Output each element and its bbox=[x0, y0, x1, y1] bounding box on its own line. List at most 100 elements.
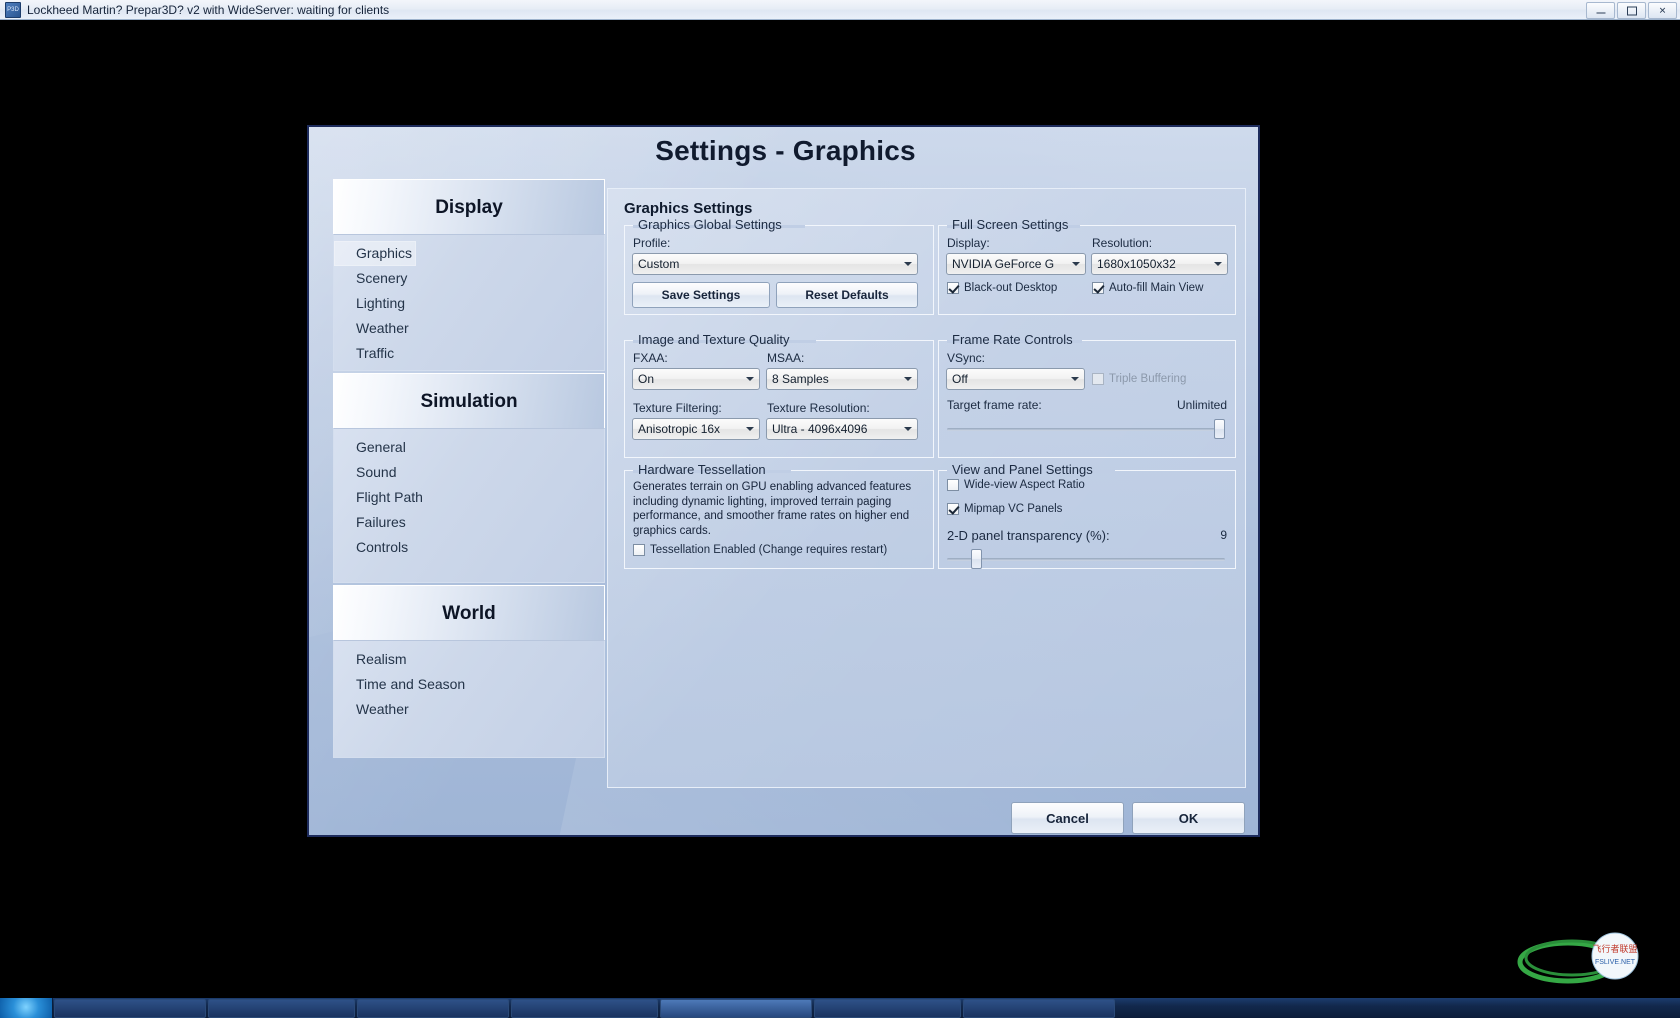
blackout-desktop-checkbox[interactable]: Black-out Desktop bbox=[947, 282, 1057, 294]
sidebar-item-sound[interactable]: Sound bbox=[334, 460, 604, 485]
sidebar-item-failures[interactable]: Failures bbox=[334, 510, 604, 535]
sidebar-item-realism[interactable]: Realism bbox=[334, 647, 604, 672]
fullscreen-resolution-value: 1680x1050x32 bbox=[1097, 257, 1176, 271]
dialog-title: Settings - Graphics bbox=[655, 135, 916, 166]
sidebar-item-controls[interactable]: Controls bbox=[334, 535, 604, 560]
chevron-down-icon bbox=[899, 370, 916, 388]
taskbar-item[interactable] bbox=[54, 998, 206, 1018]
triple-buffering-checkbox: Triple Buffering bbox=[1092, 373, 1186, 385]
tessellation-enabled-checkbox[interactable]: Tessellation Enabled (Change requires re… bbox=[633, 544, 887, 556]
autofill-main-view-checkbox[interactable]: Auto-fill Main View bbox=[1092, 282, 1203, 294]
triple-buffering-label: Triple Buffering bbox=[1109, 373, 1187, 385]
fxaa-combobox[interactable]: On bbox=[632, 368, 760, 390]
group-full-screen-settings: Full Screen Settings Display: NVIDIA GeF… bbox=[938, 217, 1236, 315]
ok-button[interactable]: OK bbox=[1132, 802, 1245, 834]
slider-track bbox=[947, 558, 1225, 561]
texture-filtering-label: Texture Filtering: bbox=[633, 401, 722, 415]
group-frame-rate-controls: Frame Rate Controls VSync: Off Triple Bu… bbox=[938, 332, 1236, 458]
taskbar-item[interactable] bbox=[814, 998, 961, 1018]
panel-transparency-slider[interactable] bbox=[947, 549, 1225, 569]
taskbar-item[interactable] bbox=[963, 998, 1115, 1018]
msaa-combobox[interactable]: 8 Samples bbox=[766, 368, 918, 390]
graphics-settings-panel: Graphics Settings Graphics Global Settin… bbox=[607, 188, 1246, 788]
taskbar-item[interactable] bbox=[357, 998, 509, 1018]
group-legend-view-panel: View and Panel Settings bbox=[947, 462, 1098, 477]
vsync-combobox[interactable]: Off bbox=[946, 368, 1085, 390]
taskbar-item-active[interactable] bbox=[660, 998, 812, 1018]
sidebar-items-simulation: General Sound Flight Path Failures Contr… bbox=[333, 428, 605, 583]
sidebar-item-weather[interactable]: Weather bbox=[334, 316, 604, 341]
chevron-down-icon bbox=[1066, 370, 1083, 388]
checkbox-icon bbox=[1092, 373, 1104, 385]
sidebar-group-header-simulation: Simulation bbox=[333, 373, 605, 428]
sidebar-group-world: World Realism Time and Season Weather bbox=[333, 585, 605, 758]
start-button[interactable] bbox=[0, 998, 53, 1018]
target-frame-rate-value: Unlimited bbox=[1176, 398, 1227, 412]
panel-transparency-value: 9 bbox=[1220, 528, 1227, 542]
sidebar-group-simulation: Simulation General Sound Flight Path Fai… bbox=[333, 373, 605, 583]
target-frame-rate-label: Target frame rate: bbox=[947, 398, 1042, 412]
slider-track bbox=[947, 428, 1225, 431]
profile-combobox[interactable]: Custom bbox=[632, 253, 918, 275]
minimize-button[interactable] bbox=[1586, 2, 1615, 19]
settings-sidebar: Display Graphics Scenery Lighting Weathe… bbox=[333, 179, 605, 822]
sidebar-item-flight-path[interactable]: Flight Path bbox=[334, 485, 604, 510]
sidebar-group-display: Display Graphics Scenery Lighting Weathe… bbox=[333, 179, 605, 371]
sidebar-item-time-and-season[interactable]: Time and Season bbox=[334, 672, 604, 697]
sidebar-items-display: Graphics Scenery Lighting Weather Traffi… bbox=[333, 234, 605, 371]
group-view-and-panel-settings: View and Panel Settings Wide-view Aspect… bbox=[938, 462, 1236, 569]
group-legend-frame-rate: Frame Rate Controls bbox=[947, 332, 1078, 347]
close-button[interactable]: ✕ bbox=[1648, 2, 1677, 19]
wide-view-aspect-ratio-checkbox[interactable]: Wide-view Aspect Ratio bbox=[947, 479, 1085, 491]
sidebar-item-graphics[interactable]: Graphics bbox=[334, 241, 416, 266]
texture-resolution-combobox[interactable]: Ultra - 4096x4096 bbox=[766, 418, 918, 440]
sidebar-item-general[interactable]: General bbox=[334, 435, 604, 460]
window-title-bar: P3D Lockheed Martin? Prepar3D? v2 with W… bbox=[0, 0, 1680, 20]
tessellation-description: Generates terrain on GPU enabling advanc… bbox=[633, 481, 912, 537]
svg-text:飞行者联盟: 飞行者联盟 bbox=[1592, 943, 1637, 954]
taskbar-item[interactable] bbox=[511, 998, 658, 1018]
target-frame-rate-slider[interactable] bbox=[947, 419, 1225, 439]
display-value: NVIDIA GeForce G bbox=[952, 257, 1055, 271]
fullscreen-resolution-label: Resolution: bbox=[1092, 236, 1153, 250]
panel-title: Graphics Settings bbox=[624, 200, 753, 217]
svg-text:FSLIVE.NET: FSLIVE.NET bbox=[1595, 959, 1636, 966]
sidebar-item-scenery[interactable]: Scenery bbox=[334, 266, 604, 291]
checkbox-icon bbox=[947, 479, 959, 491]
forum-watermark-logo: 飞行者联盟 FSLIVE.NET bbox=[1517, 932, 1639, 984]
msaa-value: 8 Samples bbox=[772, 372, 829, 386]
group-legend-image-texture: Image and Texture Quality bbox=[633, 332, 795, 347]
cancel-button[interactable]: Cancel bbox=[1011, 802, 1124, 834]
window-controls: ✕ bbox=[1586, 2, 1677, 19]
sidebar-item-world-weather[interactable]: Weather bbox=[334, 697, 604, 722]
sidebar-item-traffic[interactable]: Traffic bbox=[334, 341, 604, 366]
chevron-down-icon bbox=[741, 370, 758, 388]
reset-defaults-button[interactable]: Reset Defaults bbox=[776, 282, 918, 308]
sidebar-item-lighting[interactable]: Lighting bbox=[334, 291, 604, 316]
checkbox-icon bbox=[947, 282, 959, 294]
save-settings-button[interactable]: Save Settings bbox=[632, 282, 770, 308]
group-legend-full-screen: Full Screen Settings bbox=[947, 217, 1074, 232]
taskbar-item[interactable] bbox=[208, 998, 355, 1018]
mipmap-vc-panels-checkbox[interactable]: Mipmap VC Panels bbox=[947, 503, 1062, 515]
display-combobox[interactable]: NVIDIA GeForce G bbox=[946, 253, 1086, 275]
slider-thumb[interactable] bbox=[971, 549, 982, 569]
maximize-button[interactable] bbox=[1617, 2, 1646, 19]
fxaa-label: FXAA: bbox=[633, 351, 668, 365]
group-legend-graphics-global: Graphics Global Settings bbox=[633, 217, 787, 232]
texture-filtering-combobox[interactable]: Anisotropic 16x bbox=[632, 418, 760, 440]
vsync-value: Off bbox=[952, 372, 968, 386]
fullscreen-resolution-combobox[interactable]: 1680x1050x32 bbox=[1091, 253, 1228, 275]
mipmap-vc-panels-label: Mipmap VC Panels bbox=[964, 503, 1063, 515]
blackout-desktop-label: Black-out Desktop bbox=[964, 282, 1058, 294]
group-hardware-tessellation: Hardware Tessellation Generates terrain … bbox=[624, 462, 934, 569]
texture-resolution-label: Texture Resolution: bbox=[767, 401, 870, 415]
slider-thumb[interactable] bbox=[1214, 419, 1225, 439]
tessellation-enabled-label: Tessellation Enabled (Change requires re… bbox=[650, 544, 888, 556]
group-image-texture-quality: Image and Texture Quality FXAA: On MSAA:… bbox=[624, 332, 934, 458]
chevron-down-icon bbox=[1067, 255, 1084, 273]
checkbox-icon bbox=[947, 503, 959, 515]
display-label: Display: bbox=[947, 236, 990, 250]
msaa-label: MSAA: bbox=[767, 351, 805, 365]
panel-transparency-label: 2-D panel transparency (%): bbox=[947, 528, 1110, 543]
